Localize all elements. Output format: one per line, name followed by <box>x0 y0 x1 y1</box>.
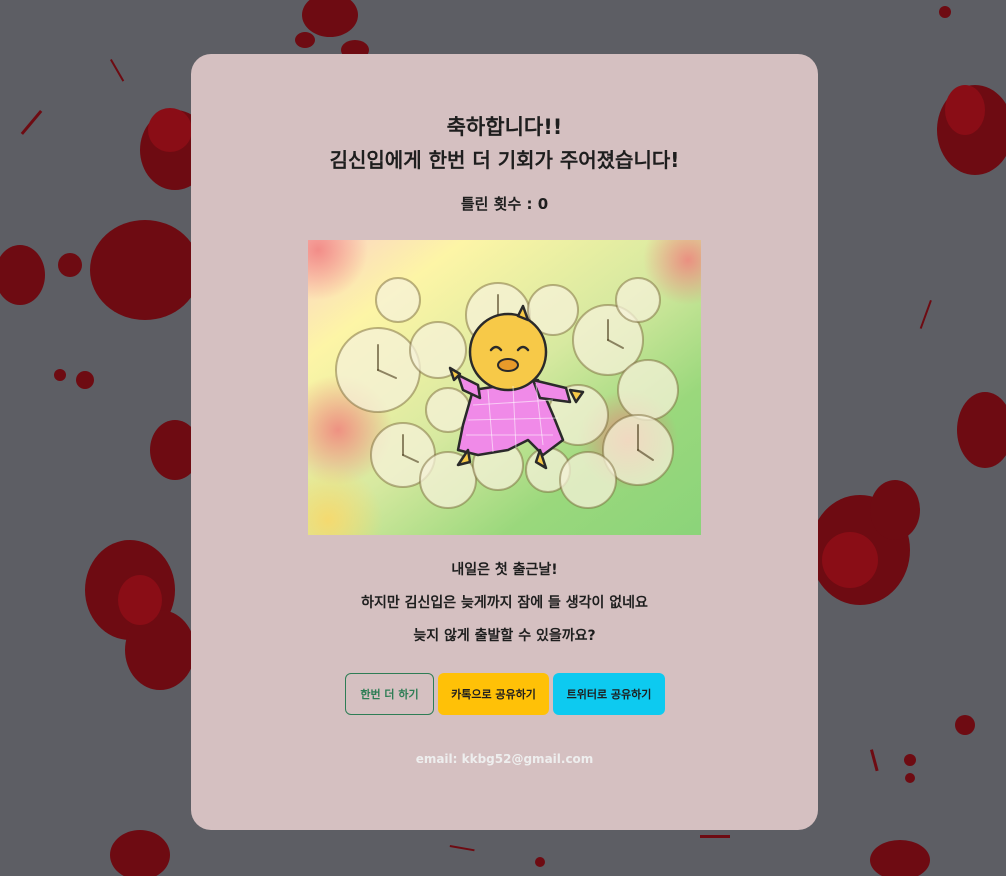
subtitle: 김신입에게 한번 더 기회가 주어졌습니다! <box>329 148 680 172</box>
action-buttons: 한번 더 하기 카톡으로 공유하기 트위터로 공유하기 <box>345 673 665 715</box>
wrong-count: 틀린 횟수 : 0 <box>460 195 549 213</box>
story-line-1: 내일은 첫 출근날! <box>451 562 558 578</box>
retry-button[interactable]: 한번 더 하기 <box>345 673 434 715</box>
story-line-2: 하지만 김신입은 늦게까지 잠에 들 생각이 없네요 <box>361 595 648 611</box>
story-line-3: 늦지 않게 출발할 수 있을까요? <box>413 628 596 644</box>
twitter-share-button[interactable]: 트위터로 공유하기 <box>553 673 665 715</box>
kakao-share-button[interactable]: 카톡으로 공유하기 <box>438 673 549 715</box>
congrats-title: 축하합니다!! <box>446 115 563 139</box>
result-card: 축하합니다!! 김신입에게 한번 더 기회가 주어졌습니다! 틀린 횟수 : 0 <box>191 54 818 830</box>
contact-email: email: kkbg52@gmail.com <box>415 752 594 766</box>
result-illustration <box>308 240 701 535</box>
